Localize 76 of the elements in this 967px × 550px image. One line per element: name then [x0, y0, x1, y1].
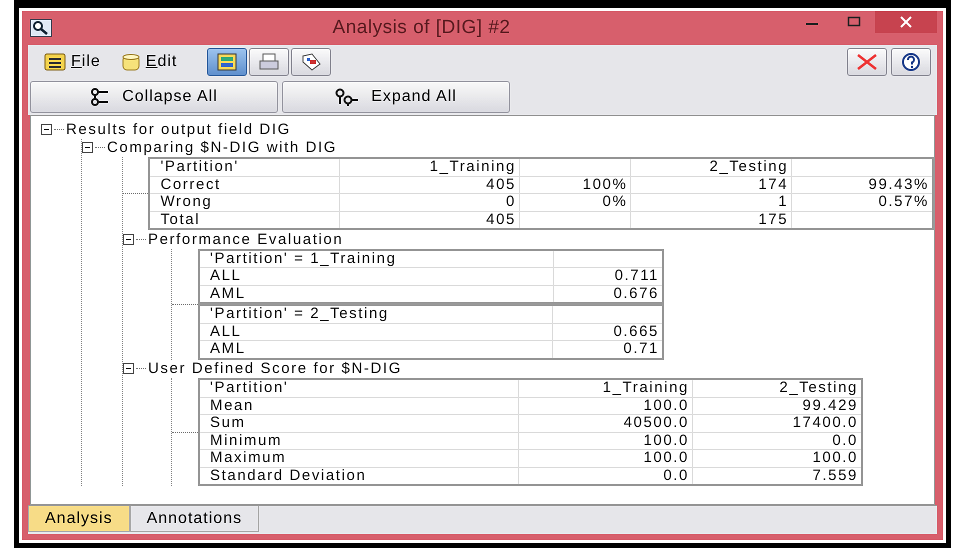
table-cell: 0.665 [613, 322, 659, 340]
tree-label[interactable]: Performance Evaluation [148, 230, 344, 248]
table-cell: 'Partition' [160, 158, 239, 176]
table-cell: 174 [758, 176, 788, 193]
toolbar-button[interactable] [207, 48, 248, 76]
table-cell: Total [160, 210, 200, 228]
table-cell: 405 [486, 176, 516, 193]
table-cell: 0.0 [663, 466, 689, 484]
table-cell: 100.0 [643, 396, 689, 414]
table-cell: 0.676 [613, 284, 659, 302]
table-cell: 175 [758, 210, 788, 228]
table-cell: 100.0 [643, 432, 689, 449]
collapse-icon [90, 88, 110, 106]
table-cell: 0 [506, 193, 516, 210]
document-icon [44, 53, 66, 71]
maximize-icon [846, 16, 862, 28]
jar-icon [120, 53, 141, 71]
collapse-toggle[interactable] [123, 363, 134, 374]
collapse-toggle[interactable] [82, 142, 93, 154]
close-view-button[interactable] [847, 48, 887, 76]
table-cell: 0.71 [623, 340, 659, 358]
panel-icon [216, 52, 238, 72]
table-cell: 'Partition' = 1_Training [210, 250, 397, 267]
table-cell: 1_Training [430, 158, 516, 176]
collapse-toggle[interactable] [41, 124, 52, 135]
table-cell: 0% [602, 193, 628, 210]
table-cell: 100.0 [643, 449, 689, 466]
toolbar-button[interactable] [291, 48, 332, 76]
table-cell: Correct [160, 176, 221, 193]
table-cell: 'Partition' [210, 379, 288, 396]
table-cell: 99.43% [868, 176, 929, 193]
table-cell: Standard Deviation [210, 466, 366, 484]
printer-icon [258, 52, 280, 72]
table-cell: Maximum [210, 449, 286, 466]
table-cell: 0.0 [832, 432, 858, 449]
tree-label[interactable]: Results for output field DIG [66, 120, 291, 138]
table-cell: AML [210, 340, 246, 358]
help-button[interactable] [891, 48, 931, 76]
close-icon [899, 16, 913, 28]
action-button[interactable]: Collapse All [30, 81, 278, 113]
close-button[interactable] [875, 11, 937, 33]
table-cell: 100.0 [812, 449, 858, 466]
menu-item[interactable]: Edit [120, 53, 178, 71]
table-cell: 0.57% [878, 193, 929, 210]
magnifier-icon [30, 19, 52, 37]
collapse-toggle[interactable] [123, 234, 134, 245]
toolbar-button[interactable] [249, 48, 290, 76]
table-cell: ALL [210, 267, 242, 284]
table-cell: 7.559 [812, 466, 858, 484]
tab[interactable]: Annotations [130, 506, 260, 532]
window-title: Analysis of [DIG] #2 [332, 17, 512, 39]
tag-icon [300, 52, 322, 72]
table-cell: 99.429 [802, 396, 858, 414]
table-cell: 405 [486, 210, 516, 228]
table-cell: 1 [778, 193, 788, 210]
table-cell: 40500.0 [624, 414, 689, 432]
table-cell: 'Partition' = 2_Testing [210, 305, 389, 322]
tab[interactable]: Analysis [28, 506, 130, 532]
table-cell: AML [210, 284, 246, 302]
tree-label[interactable]: User Defined Score for $N-DIG [148, 360, 402, 378]
action-button[interactable]: Expand All [282, 81, 510, 113]
table-cell: 0.711 [614, 267, 659, 284]
help-icon [900, 52, 922, 72]
table-cell: ALL [210, 322, 242, 340]
table-cell: 100% [582, 176, 628, 193]
table-cell: Minimum [210, 432, 282, 449]
table-cell: 2_Testing [710, 158, 788, 176]
table-cell: 17400.0 [792, 414, 858, 432]
table-cell: 2_Testing [779, 379, 858, 396]
menu-item[interactable]: File [44, 53, 101, 71]
table-cell: Sum [210, 414, 246, 432]
expand-icon [335, 88, 360, 106]
table-cell: Wrong [160, 193, 212, 210]
table-cell: 1_Training [602, 379, 689, 396]
tree-label[interactable]: Comparing $N-DIG with DIG [107, 139, 338, 156]
table-cell: Mean [210, 396, 254, 414]
